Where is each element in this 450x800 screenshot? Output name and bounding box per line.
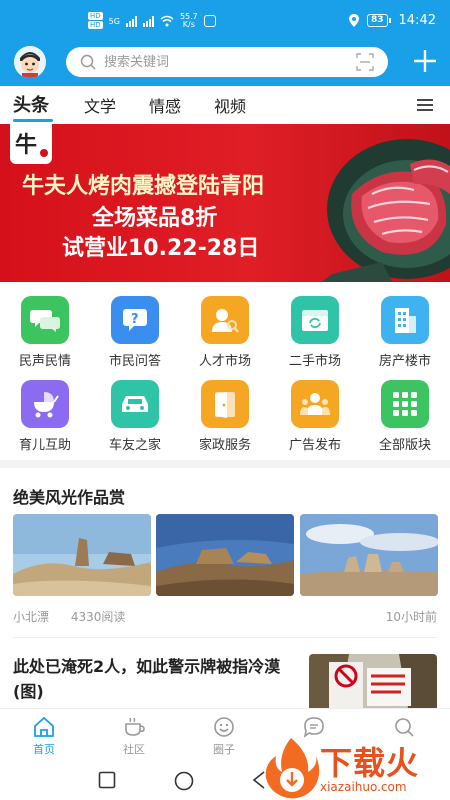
sim1-indicator: HD HD (88, 12, 103, 30)
grid-item-public-opinion[interactable]: 民声民情 (5, 290, 85, 370)
recents-icon[interactable] (98, 771, 116, 789)
promo-banner[interactable]: 牛 牛夫人烤肉震撼登陆青阳 全场菜品8折 试营业10.22-28日 (0, 124, 450, 282)
tab-headlines[interactable]: 头条 (13, 91, 49, 117)
car-icon (111, 380, 159, 428)
wifi-icon (160, 15, 174, 27)
service-grid: 民声民情 ? 市民问答 人才市场 二手市场 房产楼市 育儿互助 车友之家 家政服… (0, 290, 450, 458)
search-icon (80, 54, 96, 70)
sim2-hd-badge: HD (88, 21, 103, 29)
avatar-cartoon-icon (14, 46, 46, 78)
grid-label: 市民问答 (108, 354, 161, 369)
grid-item-advertising[interactable]: 广告发布 (275, 374, 355, 454)
home-button-icon[interactable] (174, 771, 194, 791)
article-title[interactable]: 此处已淹死2人，如此警示牌被指冷漠(图) (13, 654, 293, 704)
battery-icon: 83 (367, 14, 391, 27)
recycle-box-icon (291, 296, 339, 344)
signal-bars-icon (125, 15, 137, 27)
grid-label: 车友之家 (108, 438, 161, 453)
search-box[interactable] (66, 47, 388, 77)
watermark-text: 下载火 (320, 744, 420, 782)
grid-item-all-sections[interactable]: 全部版块 (365, 374, 445, 454)
status-right: 83 14:42 (349, 13, 436, 28)
status-left: HD HD 5G 55.7 K/s (88, 12, 216, 30)
grid-label: 二手市场 (288, 354, 341, 369)
sim1-hd-badge: HD (88, 12, 103, 20)
building-icon (381, 296, 429, 344)
grid-item-talent-market[interactable]: 人才市场 (185, 290, 265, 370)
scan-icon[interactable] (356, 53, 374, 71)
tab-literature[interactable]: 文学 (84, 93, 116, 117)
tab-video[interactable]: 视频 (214, 93, 246, 117)
battery-level: 83 (367, 14, 388, 27)
grid-label: 家政服务 (198, 438, 251, 453)
article-thumbnail[interactable] (156, 514, 294, 596)
group-icon (291, 380, 339, 428)
article-reads: 4330阅读 (70, 610, 126, 624)
grid-item-parenting[interactable]: 育儿互助 (5, 374, 85, 454)
list-separator (13, 637, 437, 638)
article-author: 小北漂 (13, 610, 50, 624)
banner-logo: 牛 (10, 124, 52, 164)
grid-label: 房产楼市 (378, 354, 431, 369)
location-icon (349, 14, 359, 27)
avatar[interactable] (14, 46, 46, 78)
watermark-url: xiazaihuo.com (320, 780, 407, 794)
grid-label: 全部版块 (378, 438, 431, 453)
baby-stroller-icon (21, 380, 69, 428)
home-icon (34, 716, 54, 737)
grid-label: 广告发布 (288, 438, 341, 453)
clock: 14:42 (398, 13, 436, 28)
category-tabs: 头条 文学 情感 视频 (0, 86, 450, 124)
flame-logo-icon (265, 738, 320, 799)
status-bar: HD HD 5G 55.7 K/s 83 14:42 (0, 0, 450, 44)
plus-icon[interactable] (412, 48, 438, 74)
net-speed-unit: K/s (182, 20, 195, 29)
grid-item-second-hand[interactable]: 二手市场 (275, 290, 355, 370)
banner-line-2: 全场菜品8折 (92, 206, 218, 231)
tab-emotion[interactable]: 情感 (149, 93, 181, 117)
chat-bubbles-icon (21, 296, 69, 344)
meat-plate-image (322, 139, 450, 282)
tab-active-indicator (13, 119, 53, 122)
all-grid-icon (381, 380, 429, 428)
grid-item-car-club[interactable]: 车友之家 (95, 374, 175, 454)
nav-home[interactable]: 首页 (14, 715, 74, 757)
person-search-icon (201, 296, 249, 344)
nav-label: 圈子 (213, 743, 235, 756)
article-thumbnail[interactable] (13, 514, 151, 596)
article-thumbnail[interactable] (300, 514, 438, 596)
watermark: 下载火 xiazaihuo.com (262, 736, 450, 800)
signal-bars-2-icon (142, 15, 154, 27)
menu-icon[interactable] (416, 98, 434, 112)
grid-item-real-estate[interactable]: 房产楼市 (365, 290, 445, 370)
svg-text:牛: 牛 (15, 132, 37, 158)
network-type: 5G (108, 16, 120, 26)
banner-line-1: 牛夫人烤肉震撼登陆青阳 (22, 174, 265, 199)
banner-line-3: 试营业10.22-28日 (62, 236, 260, 261)
nav-label: 社区 (123, 743, 145, 756)
question-icon: ? (111, 296, 159, 344)
nav-label: 首页 (33, 743, 55, 756)
smile-circle-icon (214, 717, 234, 737)
article-title[interactable]: 绝美风光作品赏 (13, 484, 125, 508)
svg-text:?: ? (131, 312, 139, 327)
article-time: 10小时前 (385, 610, 437, 624)
grid-item-citizen-qa[interactable]: ? 市民问答 (95, 290, 175, 370)
nav-community[interactable]: 社区 (104, 715, 164, 757)
header: HD HD 5G 55.7 K/s 83 14:42 (0, 0, 450, 86)
app-notification-icon (203, 15, 216, 27)
coffee-cup-icon (125, 717, 145, 736)
grid-label: 人才市场 (198, 354, 251, 369)
grid-item-housekeeping[interactable]: 家政服务 (185, 374, 265, 454)
net-speed: 55.7 K/s (180, 13, 198, 29)
grid-label: 育儿互助 (18, 438, 71, 453)
section-divider (0, 460, 450, 468)
restaurant-logo-icon: 牛 (15, 132, 48, 158)
grid-label: 民声民情 (18, 354, 71, 369)
article-thumbnail[interactable] (309, 654, 437, 714)
article-meta: 小北漂 4330阅读 (13, 608, 143, 625)
search-input[interactable] (104, 52, 344, 72)
nav-circle[interactable]: 圈子 (194, 715, 254, 757)
door-icon (201, 380, 249, 428)
